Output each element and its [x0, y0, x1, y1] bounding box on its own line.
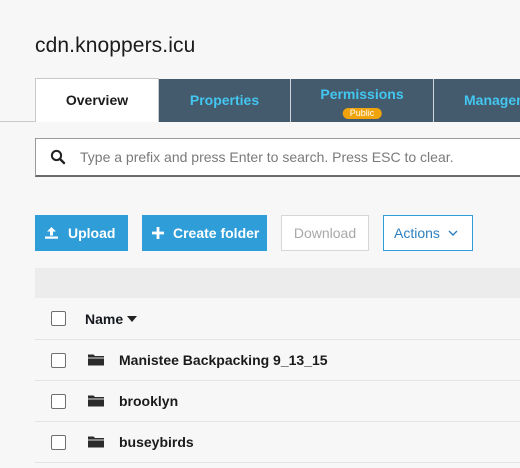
tab-bar: Overview Properties Permissions Public M… [35, 78, 520, 122]
upload-icon [44, 226, 59, 240]
search-input[interactable] [80, 149, 520, 165]
sort-descending-icon [127, 315, 138, 322]
table-header: Name [35, 298, 520, 340]
select-all-checkbox[interactable] [51, 311, 66, 326]
folder-name-link[interactable]: Manistee Backpacking 9_13_15 [119, 352, 328, 368]
tab-permissions-label: Permissions [320, 85, 404, 102]
upload-label: Upload [68, 225, 116, 241]
folder-name-link[interactable]: buseybirds [119, 434, 194, 450]
public-badge: Public [342, 108, 382, 119]
create-folder-label: Create folder [173, 225, 260, 241]
object-table: Name Manistee Backpacking 9_13_15 brookl… [35, 298, 520, 463]
tab-properties-label: Properties [189, 91, 260, 108]
search-icon [50, 149, 66, 165]
folder-icon [87, 435, 105, 449]
name-column-label: Name [85, 310, 124, 327]
tab-overview[interactable]: Overview [35, 78, 159, 122]
search-box [35, 138, 520, 177]
upload-button[interactable]: Upload [35, 215, 128, 251]
row-checkbox[interactable] [51, 352, 66, 368]
name-column-header[interactable]: Name [85, 310, 138, 327]
tab-management[interactable]: Managem [434, 79, 520, 122]
chevron-down-icon [448, 230, 458, 236]
tab-overview-label: Overview [65, 91, 129, 108]
folder-icon [87, 353, 105, 367]
bucket-title: cdn.knoppers.icu [35, 34, 196, 57]
table-toolbar-strip [35, 268, 520, 298]
download-button[interactable]: Download [281, 215, 369, 251]
table-row[interactable]: buseybirds [35, 422, 520, 463]
table-row[interactable]: Manistee Backpacking 9_13_15 [35, 340, 520, 381]
tabs-divider [0, 121, 35, 122]
tab-management-label: Managem [464, 91, 520, 108]
tab-properties[interactable]: Properties [159, 79, 291, 122]
row-checkbox[interactable] [51, 393, 66, 409]
download-label: Download [293, 225, 357, 241]
actions-dropdown[interactable]: Actions [383, 215, 473, 251]
create-folder-button[interactable]: Create folder [142, 215, 267, 251]
table-row[interactable]: brooklyn [35, 381, 520, 422]
plus-icon [152, 227, 164, 239]
row-checkbox[interactable] [51, 434, 66, 450]
folder-name-link[interactable]: brooklyn [119, 393, 178, 409]
actions-label: Actions [394, 225, 440, 241]
tab-permissions[interactable]: Permissions Public [291, 79, 434, 122]
folder-icon [87, 394, 105, 408]
